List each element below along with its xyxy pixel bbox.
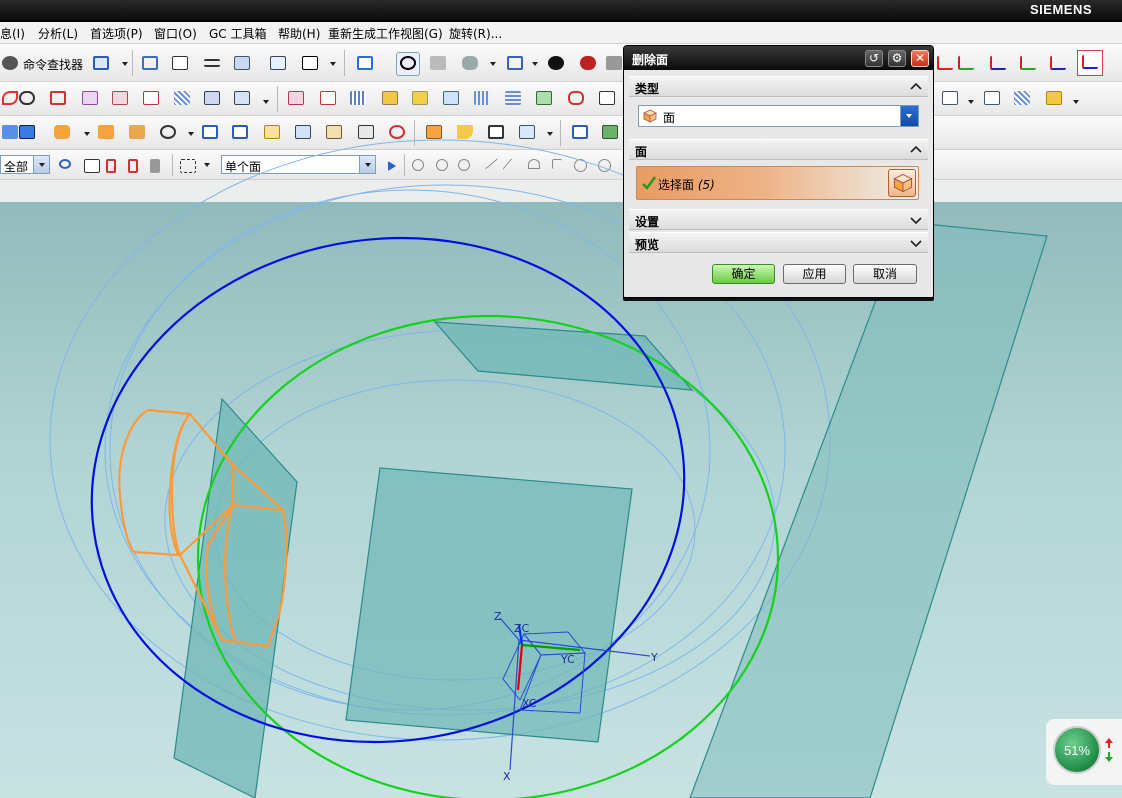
axis-label-yc: YC [560, 653, 575, 666]
datum-plane-center[interactable] [345, 467, 633, 743]
section-type-header[interactable]: 类型 [629, 76, 928, 97]
axis-label-x: X [503, 770, 511, 783]
reset-icon[interactable]: ↺ [865, 50, 883, 67]
section-face-label: 面 [635, 145, 648, 159]
close-icon[interactable]: ✕ [911, 50, 929, 67]
select-face-row[interactable]: 选择面 (5) [636, 166, 919, 200]
section-settings-header[interactable]: 设置 [629, 209, 928, 230]
select-face-count: (5) [697, 178, 715, 192]
face-cube-icon [643, 109, 657, 123]
cpu-usage-percent: 51% [1063, 743, 1091, 758]
dialog-title-bar[interactable]: 删除面 ↺ ⚙ ✕ [624, 46, 933, 70]
type-select[interactable]: 面 [638, 105, 919, 127]
apply-button[interactable]: 应用 [783, 264, 846, 284]
select-face-cube-button[interactable] [888, 169, 916, 197]
datum-plane-large[interactable] [689, 221, 1048, 798]
chevron-up-icon[interactable] [909, 143, 923, 157]
axis-label-y: Y [650, 651, 658, 664]
axis-label-xc: XC [522, 697, 537, 710]
ok-button[interactable]: 确定 [712, 264, 775, 284]
network-arrows-icon [1105, 738, 1113, 762]
section-preview-header[interactable]: 预览 [629, 232, 928, 253]
chevron-down-icon[interactable] [909, 213, 923, 227]
cancel-button[interactable]: 取消 [853, 264, 917, 284]
gear-icon[interactable]: ⚙ [888, 50, 906, 67]
section-face-header[interactable]: 面 [629, 139, 928, 160]
cpu-usage-gauge[interactable]: 51% [1053, 726, 1101, 774]
section-settings-label: 设置 [635, 215, 660, 229]
section-preview-label: 预览 [635, 238, 660, 252]
section-type-label: 类型 [635, 82, 660, 96]
chevron-down-icon[interactable] [909, 236, 923, 250]
delete-face-dialog: 删除面 ↺ ⚙ ✕ 类型 面 面 选择面 (5) 设置 预览 确定 应用 取消 [623, 45, 934, 298]
cube-icon [893, 173, 913, 193]
dialog-title: 删除面 [632, 53, 669, 67]
datum-plane-top[interactable] [433, 321, 694, 391]
model-viewport[interactable]: Z ZC Y YC X XC [0, 0, 1122, 798]
type-select-value: 面 [663, 111, 676, 125]
chevron-up-icon[interactable] [909, 80, 923, 94]
select-face-label: 选择面 (5) [658, 178, 715, 192]
axis-label-zc: ZC [514, 622, 530, 635]
axis-label-z: Z [494, 610, 502, 623]
checkmark-icon [642, 176, 656, 190]
chevron-down-icon[interactable] [900, 106, 918, 126]
performance-widget[interactable]: 51% [1046, 719, 1122, 785]
